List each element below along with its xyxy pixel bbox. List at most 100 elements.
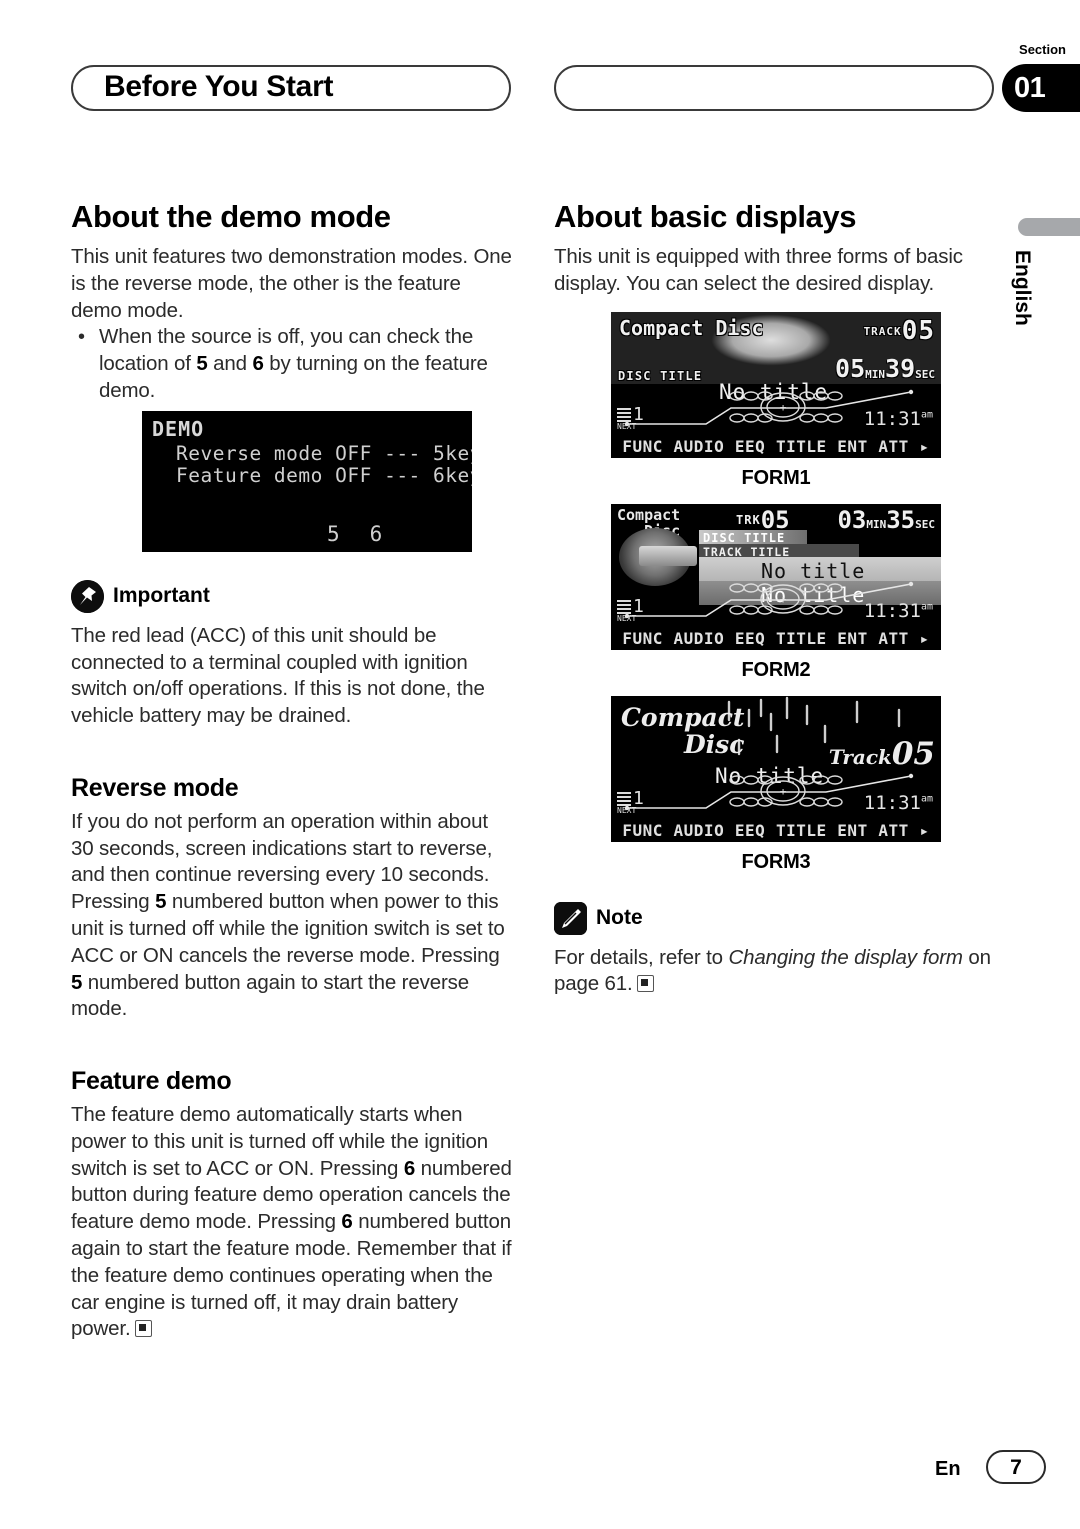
chevron-right-icon[interactable]: ▸: [919, 821, 929, 840]
demo-screen-title: DEMO: [152, 416, 205, 441]
form1-elapsed-time: 05MIN39SEC: [835, 354, 935, 383]
left-heading: About the demo mode: [71, 199, 391, 234]
form2-time-minutes: 03: [837, 505, 867, 534]
language-tab-marker: [1018, 218, 1080, 236]
chevron-right-icon[interactable]: ▸: [919, 629, 929, 648]
form1-track-label: TRACK: [863, 324, 902, 338]
form2-disc-title-text: No title: [761, 558, 866, 583]
softkey-ent[interactable]: ENT: [837, 629, 867, 648]
left-bullet-list: When the source is off, you can check th…: [71, 324, 515, 404]
bullet-key-6: 6: [252, 352, 264, 376]
pencil-icon: [554, 901, 587, 935]
form1-sec-unit: SEC: [915, 367, 935, 381]
left-column: About the demo mode This unit features t…: [71, 199, 515, 1343]
softkey-ent[interactable]: ENT: [837, 821, 867, 840]
softkey-title[interactable]: TITLE: [776, 437, 827, 456]
form3-source-line1: Compact: [621, 702, 745, 732]
form1-screen-image: Compact Disc TRACK05 05MIN39SEC DISC TIT…: [611, 311, 941, 458]
form1-time-seconds: 39: [885, 353, 916, 383]
softkey-ent[interactable]: ENT: [837, 437, 867, 456]
end-of-section-marker: [134, 1320, 152, 1338]
page-header: Before You Start Section 01: [0, 0, 1080, 130]
form2-source-line1: Compact: [617, 505, 681, 524]
form3-title-text: No title: [715, 763, 825, 788]
form2-time-seconds: 35: [886, 505, 916, 534]
form2-sec-unit: SEC: [915, 517, 935, 531]
form1-source-label: Compact Disc: [619, 315, 764, 340]
softkey-audio[interactable]: AUDIO: [674, 821, 725, 840]
section-number: 01: [1014, 72, 1046, 104]
note-text: For details, refer to Changing the displ…: [554, 945, 998, 999]
chapter-title: Before You Start: [104, 70, 334, 103]
page-number: 7: [1010, 1456, 1022, 1479]
reverse-mode-text: If you do not perform an operation withi…: [71, 809, 515, 1023]
footer-language-code: En: [935, 1458, 961, 1480]
demo-screen-row-reverse: Reverse mode OFF --- 5key: [176, 441, 472, 465]
chevron-right-icon[interactable]: ▸: [919, 437, 929, 456]
right-heading: About basic displays: [554, 199, 857, 234]
form1-caption: FORM1: [741, 466, 811, 489]
softkey-eeq[interactable]: EEQ: [735, 437, 765, 456]
form3-track-word: Track: [828, 744, 892, 769]
demo-key-left: 5: [327, 521, 370, 546]
softkey-att[interactable]: ATT: [878, 821, 908, 840]
demo-screen-row-feature: Feature demo OFF --- 6key: [176, 463, 472, 487]
language-tab-label: English: [1011, 250, 1034, 326]
softkey-func[interactable]: FUNC: [622, 629, 663, 648]
important-label: Important: [113, 584, 210, 608]
right-intro-paragraph: This unit is equipped with three forms o…: [554, 245, 963, 295]
form3-caption: FORM3: [741, 850, 811, 873]
softkey-eeq[interactable]: EEQ: [735, 821, 765, 840]
form3-clock-time: 11:31: [863, 791, 921, 814]
form2-next-indicator: 1 NEXT: [617, 596, 644, 623]
form2-caption: FORM2: [741, 658, 811, 681]
softkey-att[interactable]: ATT: [878, 629, 908, 648]
demo-screen-key-indicators: 56: [327, 522, 412, 546]
form3-softkey-bar: FUNC AUDIO EEQ TITLE ENT ATT ▸: [611, 821, 941, 840]
reverse-text-part3: numbered button again to start the rever…: [71, 970, 469, 1021]
reverse-mode-heading: Reverse mode: [71, 774, 239, 803]
form1-clock: 11:31am: [864, 408, 933, 430]
softkey-audio[interactable]: AUDIO: [674, 437, 725, 456]
bullet-key-5: 5: [196, 352, 208, 376]
softkey-title[interactable]: TITLE: [776, 821, 827, 840]
note-text-pre: For details, refer to: [554, 945, 729, 969]
softkey-func[interactable]: FUNC: [622, 437, 663, 456]
reverse-key-5-first: 5: [155, 890, 167, 914]
important-callout-header: Important: [71, 579, 515, 613]
form3-next-indicator: 1 NEXT: [617, 788, 644, 815]
bullet-mid-text: and: [207, 352, 253, 376]
form1-clock-meridiem: am: [920, 409, 933, 421]
feature-demo-heading: Feature demo: [71, 1067, 232, 1096]
form2-clock-meridiem: am: [920, 601, 933, 613]
note-label: Note: [596, 906, 643, 930]
header-right-pill: [554, 65, 994, 111]
softkey-eeq[interactable]: EEQ: [735, 629, 765, 648]
form1-time-minutes: 05: [835, 353, 866, 383]
form2-clock: 11:31am: [864, 600, 933, 622]
form1-track-indicator: TRACK05: [864, 316, 935, 346]
form1-next-indicator: 1 NEXT: [617, 404, 644, 431]
feature-demo-text: The feature demo automatically starts wh…: [71, 1102, 515, 1343]
softkey-title[interactable]: TITLE: [776, 629, 827, 648]
form2-disc-artwork: [619, 527, 697, 586]
important-text: The red lead (ACC) of this unit should b…: [71, 623, 485, 728]
softkey-audio[interactable]: AUDIO: [674, 629, 725, 648]
form3-track-indicator: Track05: [829, 736, 935, 772]
form2-elapsed-time: 03MIN35SEC: [837, 506, 935, 534]
form3-source-line2: Disc: [684, 729, 745, 759]
form3-source-label: Compact Disc: [621, 704, 744, 758]
bars-icon: [617, 599, 631, 614]
form1-track-number: 05: [901, 315, 935, 346]
form3-clock-meridiem: am: [920, 793, 933, 805]
softkey-func[interactable]: FUNC: [622, 821, 663, 840]
list-item: When the source is off, you can check th…: [78, 324, 515, 404]
left-intro-paragraph: This unit features two demonstration mod…: [71, 245, 512, 322]
note-callout-header: Note: [554, 901, 998, 935]
softkey-att[interactable]: ATT: [878, 437, 908, 456]
pushpin-icon: [71, 579, 104, 613]
form3-track-number: 05: [891, 735, 935, 772]
form1-title-text: No title: [719, 379, 829, 404]
right-column: About basic displays This unit is equipp…: [554, 199, 998, 999]
feature-key-6-first: 6: [403, 1156, 416, 1180]
